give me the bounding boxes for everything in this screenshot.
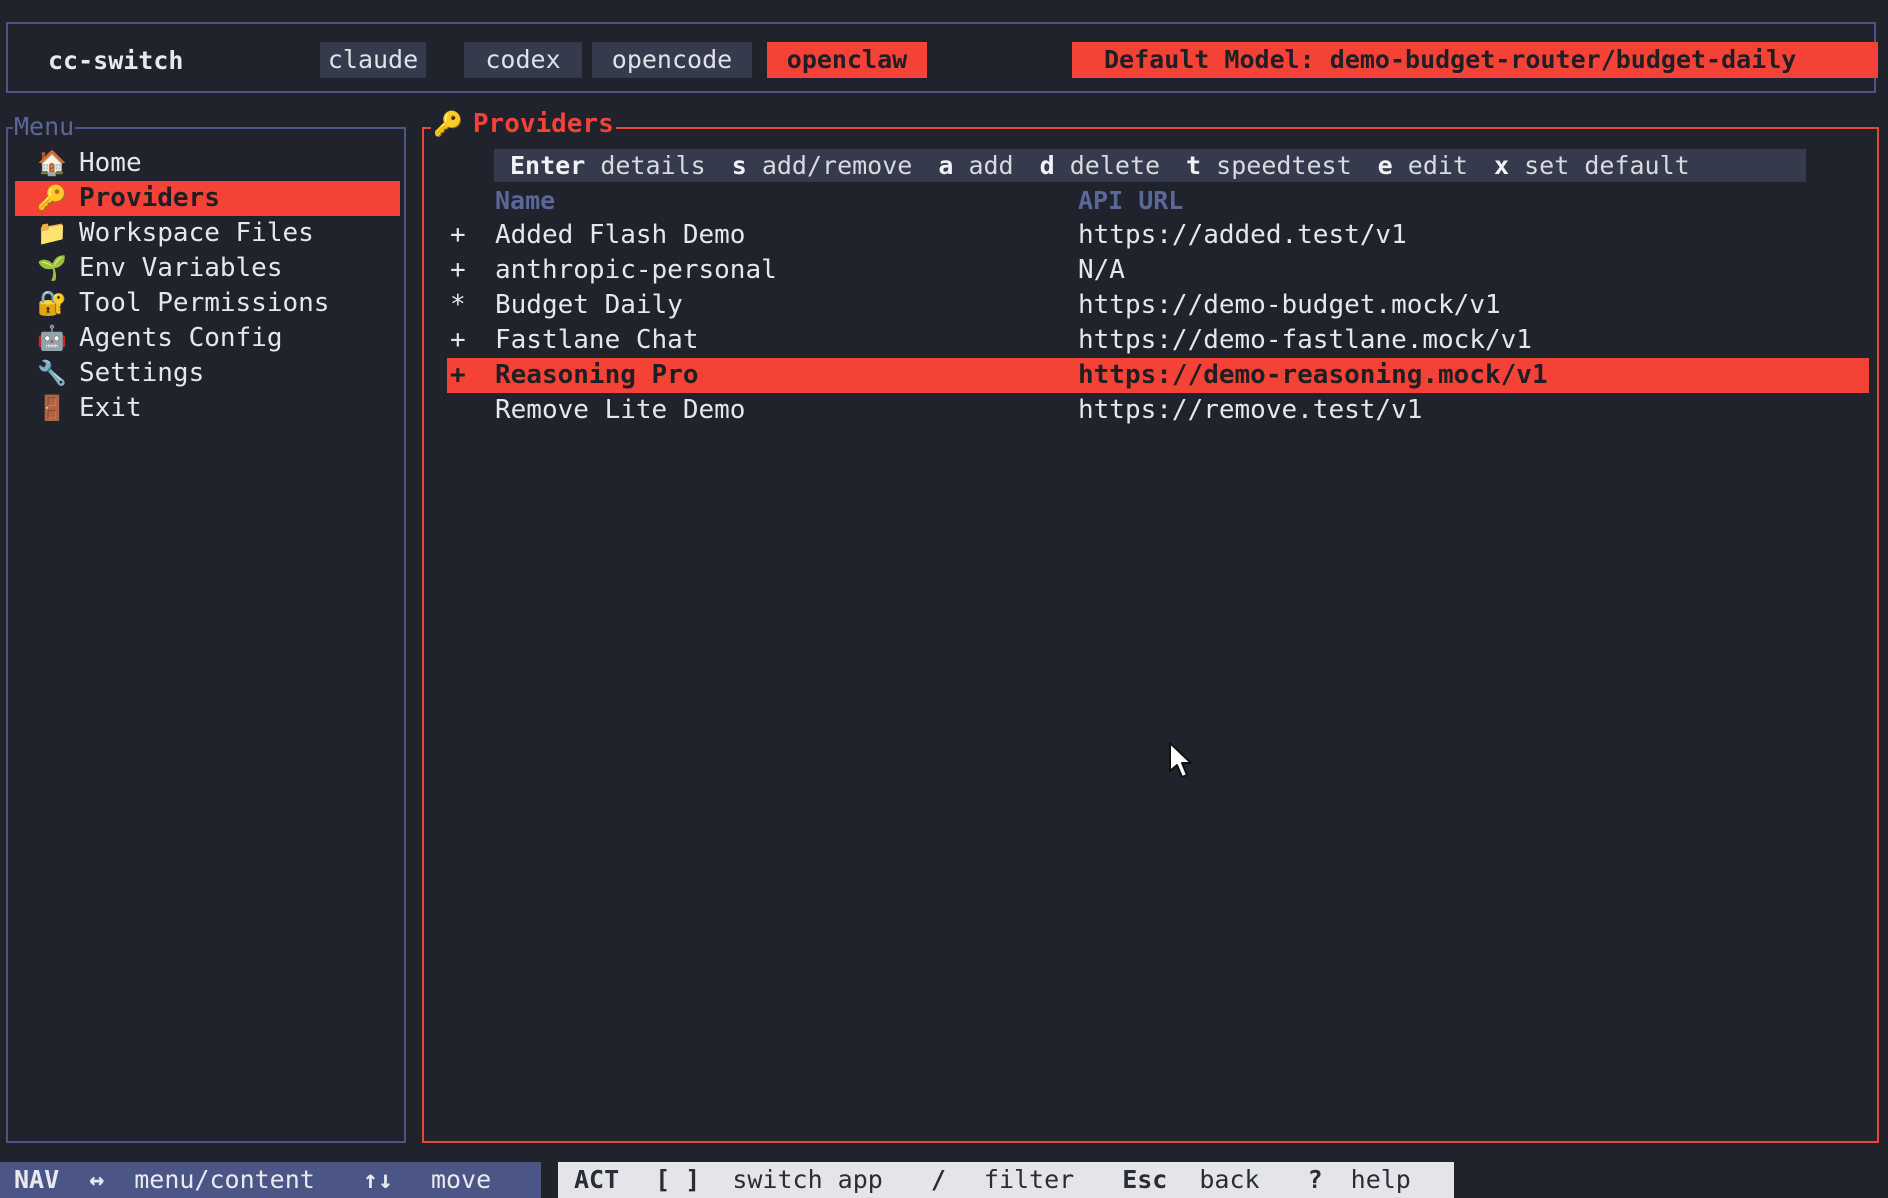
provider-row[interactable]: Remove Lite Demo https://remove.test/v1 bbox=[447, 393, 1869, 428]
provider-status-mark: + bbox=[450, 325, 466, 355]
nav-hint-desc: menu/content bbox=[134, 1165, 315, 1194]
column-header-api-url: API URL bbox=[1078, 186, 1184, 215]
provider-name: anthropic-personal bbox=[495, 255, 777, 285]
menu-item-exit[interactable]: 🚪 Exit bbox=[15, 391, 400, 426]
menu-item-env-variables[interactable]: 🌱 Env Variables bbox=[15, 251, 400, 286]
menu-item-label: Home bbox=[79, 148, 142, 178]
act-hint-desc: switch app bbox=[732, 1165, 883, 1194]
act-hint-key: / bbox=[930, 1165, 946, 1194]
menu-panel: Menu 🏠 Home 🔑 Providers 📁 Workspace File… bbox=[6, 113, 406, 1143]
hint-desc: set default bbox=[1524, 151, 1690, 180]
providers-panel: 🔑 Providers Enter details s add/remove a ad… bbox=[422, 109, 1879, 1143]
provider-url: https://remove.test/v1 bbox=[1078, 395, 1423, 425]
provider-status-mark: + bbox=[450, 360, 466, 390]
provider-status-mark: + bbox=[450, 255, 466, 285]
menu-item-label: Env Variables bbox=[79, 253, 283, 283]
provider-row[interactable]: + anthropic-personal N/A bbox=[447, 253, 1869, 288]
default-model-badge: Default Model: demo-budget-router/budget… bbox=[1072, 42, 1878, 78]
act-mode-label: ACT bbox=[574, 1165, 620, 1194]
menu-item-settings[interactable]: 🔧 Settings bbox=[15, 356, 400, 391]
act-hint-key: Esc bbox=[1122, 1165, 1168, 1194]
robot-icon: 🤖 bbox=[37, 324, 67, 352]
hint-desc: delete bbox=[1069, 151, 1161, 180]
hint-key-enter: Enter bbox=[510, 151, 586, 180]
key-icon: 🔑 bbox=[433, 110, 463, 138]
act-hint-desc: filter bbox=[983, 1165, 1075, 1194]
hint-desc: details bbox=[600, 151, 706, 180]
provider-name: Fastlane Chat bbox=[495, 325, 699, 355]
seedling-icon: 🌱 bbox=[37, 254, 67, 282]
provider-url: https://demo-reasoning.mock/v1 bbox=[1078, 360, 1548, 390]
nav-hint-key: ↑↓ bbox=[362, 1165, 393, 1194]
menu-item-label: Settings bbox=[79, 358, 205, 388]
key-icon: 🔑 bbox=[37, 184, 67, 212]
provider-name: Budget Daily bbox=[495, 290, 683, 320]
app-title: cc-switch bbox=[48, 46, 184, 75]
providers-title: Providers bbox=[472, 109, 614, 139]
provider-row-selected[interactable]: + Reasoning Pro https://demo-reasoning.m… bbox=[447, 358, 1869, 393]
nav-mode-label: NAV bbox=[14, 1165, 60, 1194]
menu-item-label: Tool Permissions bbox=[79, 288, 330, 318]
mouse-cursor-icon bbox=[1169, 742, 1192, 778]
provider-name: Remove Lite Demo bbox=[495, 395, 746, 425]
providers-title-bar: 🔑 Providers bbox=[431, 109, 616, 143]
nav-hint-key: ↔ bbox=[89, 1165, 105, 1194]
hint-key-t: t bbox=[1186, 151, 1202, 180]
tab-codex[interactable]: codex bbox=[464, 42, 582, 78]
door-icon: 🚪 bbox=[37, 394, 67, 422]
lock-icon: 🔐 bbox=[37, 289, 67, 317]
column-header-name: Name bbox=[495, 186, 556, 215]
provider-url: https://demo-budget.mock/v1 bbox=[1078, 290, 1501, 320]
act-hint-key: [ ] bbox=[655, 1165, 701, 1194]
act-hint-desc: back bbox=[1199, 1165, 1260, 1194]
provider-url: https://demo-fastlane.mock/v1 bbox=[1078, 325, 1532, 355]
hint-key-d: d bbox=[1039, 151, 1055, 180]
status-bar-act: ACT [ ] switch app / filter Esc back? help bbox=[558, 1162, 1454, 1198]
menu-item-agents-config[interactable]: 🤖 Agents Config bbox=[15, 321, 400, 356]
hint-desc: edit bbox=[1407, 151, 1468, 180]
hint-desc: speedtest bbox=[1216, 151, 1352, 180]
provider-name: Reasoning Pro bbox=[495, 360, 699, 390]
act-hint-key: ? bbox=[1307, 1165, 1323, 1194]
menu-item-tool-permissions[interactable]: 🔐 Tool Permissions bbox=[15, 286, 400, 321]
tab-claude[interactable]: claude bbox=[320, 42, 426, 78]
menu-item-home[interactable]: 🏠 Home bbox=[15, 146, 400, 181]
menu-item-workspace-files[interactable]: 📁 Workspace Files bbox=[15, 216, 400, 251]
folder-icon: 📁 bbox=[37, 219, 67, 247]
menu-item-label: Providers bbox=[79, 183, 220, 213]
header-bar: cc-switch claude codex opencode openclaw… bbox=[6, 22, 1878, 93]
provider-row[interactable]: * Budget Daily https://demo-budget.mock/… bbox=[447, 288, 1869, 323]
hint-key-e: e bbox=[1377, 151, 1393, 180]
hint-key-x: x bbox=[1493, 151, 1510, 180]
nav-hint-desc: move bbox=[430, 1165, 492, 1194]
tab-opencode[interactable]: opencode bbox=[592, 42, 752, 78]
provider-url: N/A bbox=[1078, 255, 1125, 285]
menu-title: Menu bbox=[13, 112, 76, 141]
hint-key-a: a bbox=[938, 151, 954, 180]
hint-desc: add/remove bbox=[761, 151, 913, 180]
provider-row[interactable]: + Fastlane Chat https://demo-fastlane.mo… bbox=[447, 323, 1869, 358]
hint-desc: add bbox=[968, 151, 1014, 180]
provider-status-mark: * bbox=[450, 290, 466, 320]
wrench-icon: 🔧 bbox=[37, 359, 67, 387]
menu-item-providers[interactable]: 🔑 Providers bbox=[15, 181, 400, 216]
hint-key-s: s bbox=[731, 151, 747, 180]
status-bar-nav: NAV ↔ menu/content ↑↓ move bbox=[0, 1162, 541, 1198]
menu-item-label: Exit bbox=[79, 393, 142, 423]
menu-item-label: Workspace Files bbox=[79, 218, 314, 248]
provider-url: https://added.test/v1 bbox=[1078, 220, 1407, 250]
provider-status-mark: + bbox=[450, 220, 466, 250]
provider-row[interactable]: + Added Flash Demo https://added.test/v1 bbox=[447, 218, 1869, 253]
provider-name: Added Flash Demo bbox=[495, 220, 746, 250]
act-hint-desc: help bbox=[1350, 1165, 1411, 1194]
house-icon: 🏠 bbox=[37, 149, 67, 177]
tab-openclaw[interactable]: openclaw bbox=[767, 42, 927, 78]
shortcut-hints-bar: Enter details s add/remove a add d delete t … bbox=[494, 149, 1806, 182]
menu-item-label: Agents Config bbox=[79, 323, 283, 353]
